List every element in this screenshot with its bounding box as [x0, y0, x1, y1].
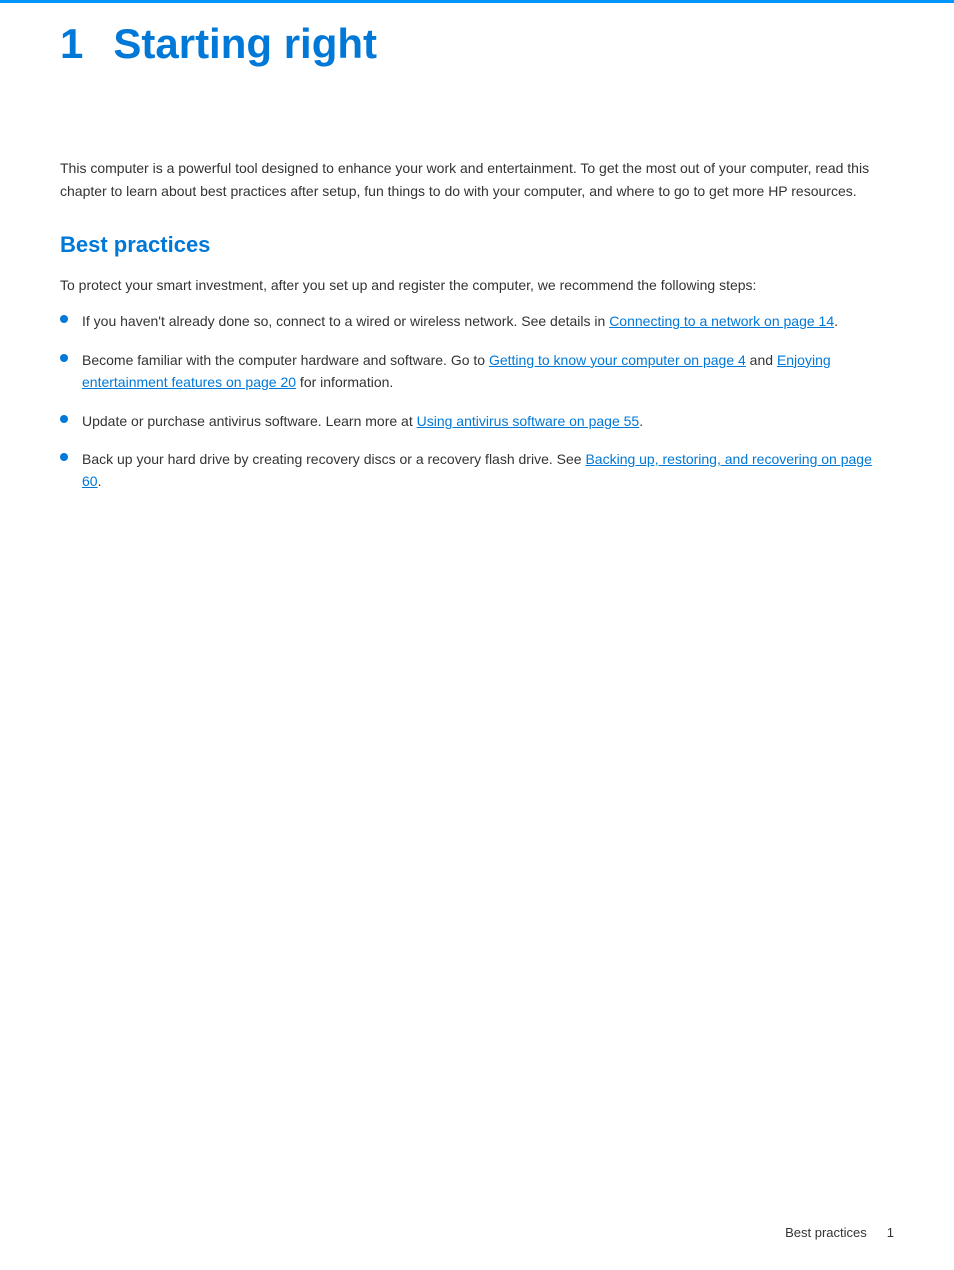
- list-item: Become familiar with the computer hardwa…: [60, 349, 894, 394]
- bullet-list: If you haven't already done so, connect …: [60, 310, 894, 492]
- bullet-text-2: Become familiar with the computer hardwa…: [82, 349, 894, 394]
- bullet-text-4: Back up your hard drive by creating reco…: [82, 448, 894, 493]
- bullet-4-text-before: Back up your hard drive by creating reco…: [82, 451, 585, 467]
- section-intro: To protect your smart investment, after …: [60, 274, 894, 296]
- antivirus-link[interactable]: Using antivirus software on page 55: [417, 413, 640, 429]
- bullet-4-text-after: .: [98, 473, 102, 489]
- section-title: Best practices: [60, 232, 894, 258]
- bullet-dot: [60, 354, 68, 362]
- bullet-text-3: Update or purchase antivirus software. L…: [82, 410, 894, 432]
- main-content: This computer is a powerful tool designe…: [0, 157, 954, 493]
- bullet-dot: [60, 315, 68, 323]
- intro-paragraph: This computer is a powerful tool designe…: [60, 157, 894, 202]
- getting-to-know-link[interactable]: Getting to know your computer on page 4: [489, 352, 746, 368]
- bullet-2-text-before: Become familiar with the computer hardwa…: [82, 352, 489, 368]
- bullet-text-1: If you haven't already done so, connect …: [82, 310, 894, 332]
- footer-section-label: Best practices: [785, 1225, 867, 1240]
- bullet-dot: [60, 415, 68, 423]
- list-item: If you haven't already done so, connect …: [60, 310, 894, 332]
- bullet-3-text-before: Update or purchase antivirus software. L…: [82, 413, 417, 429]
- bullet-1-text-after: .: [834, 313, 838, 329]
- footer-page-number: 1: [887, 1225, 894, 1240]
- bullet-2-text-middle: and: [746, 352, 777, 368]
- bullet-2-text-after: for information.: [296, 374, 393, 390]
- page-container: 1 Starting right This computer is a powe…: [0, 0, 954, 1270]
- chapter-title: 1 Starting right: [60, 21, 894, 67]
- header-section: 1 Starting right: [0, 3, 954, 67]
- bullet-3-text-after: .: [639, 413, 643, 429]
- best-practices-section: Best practices To protect your smart inv…: [60, 232, 894, 493]
- chapter-name: Starting right: [113, 21, 377, 67]
- connecting-network-link[interactable]: Connecting to a network on page 14: [609, 313, 834, 329]
- chapter-number: 1: [60, 21, 83, 67]
- list-item: Update or purchase antivirus software. L…: [60, 410, 894, 432]
- footer: Best practices 1: [785, 1225, 894, 1240]
- list-item: Back up your hard drive by creating reco…: [60, 448, 894, 493]
- bullet-1-text-before: If you haven't already done so, connect …: [82, 313, 609, 329]
- bullet-dot: [60, 453, 68, 461]
